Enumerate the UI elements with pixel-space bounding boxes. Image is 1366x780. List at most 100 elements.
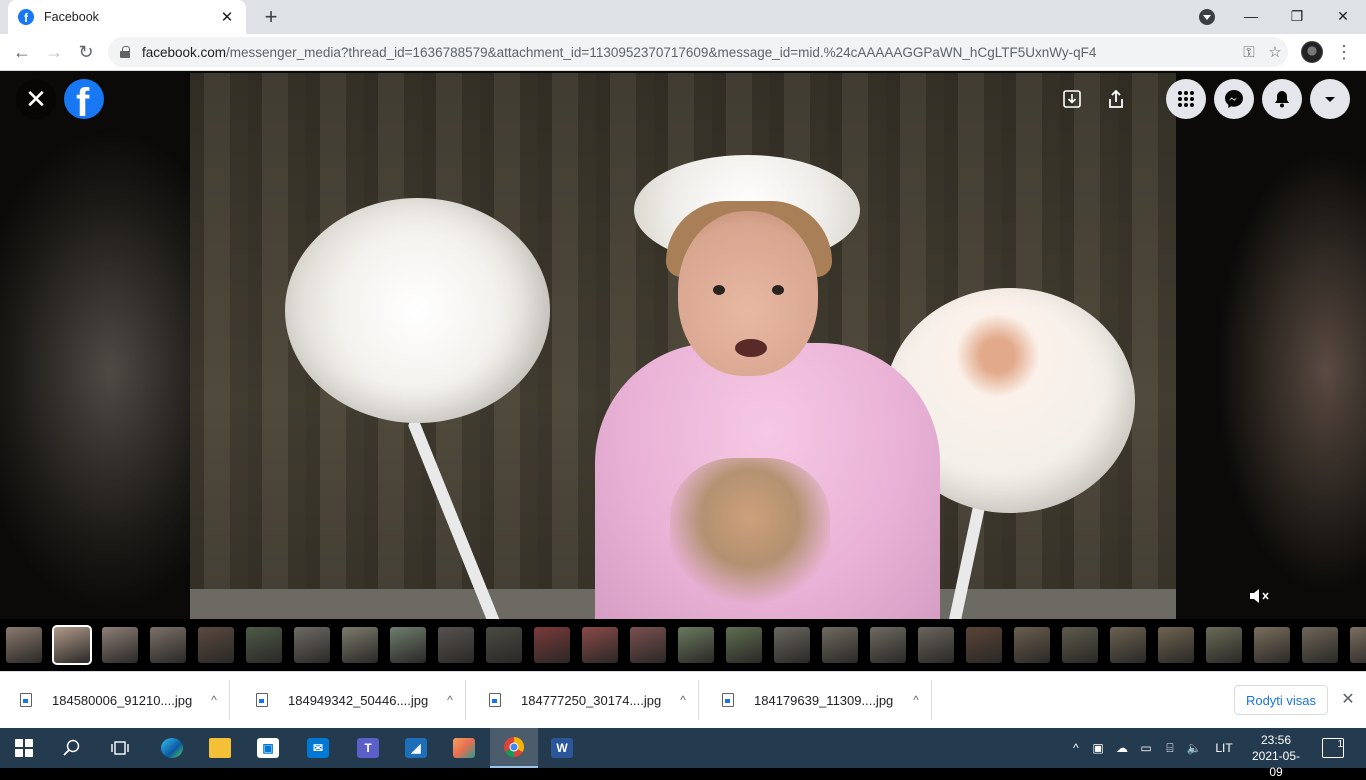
forward-button[interactable]: → [41, 39, 67, 65]
download-item[interactable]: 184580006_91210....jpg ^ [0, 680, 230, 720]
new-tab-button[interactable]: + [258, 4, 284, 30]
media-thumbnail[interactable] [1110, 627, 1146, 663]
media-thumbnail[interactable] [774, 627, 810, 663]
media-thumbnail[interactable] [1014, 627, 1050, 663]
share-icon[interactable] [1102, 85, 1130, 113]
tray-chevron-icon[interactable]: ^ [1066, 728, 1086, 768]
media-thumbnail[interactable] [1350, 627, 1366, 663]
teams-icon[interactable]: T [344, 728, 392, 768]
grid-icon [1178, 91, 1194, 107]
back-button[interactable]: ← [9, 39, 35, 65]
media-thumbnail[interactable] [1158, 627, 1194, 663]
browser-tab-strip: f Facebook ✕ + — ❐ ✕ [0, 0, 1366, 34]
store-icon[interactable]: ▣ [244, 728, 292, 768]
notification-count: 1 [1337, 739, 1343, 750]
search-icon [63, 739, 80, 756]
reload-button[interactable]: ↻ [73, 39, 99, 65]
download-filename: 184580006_91210....jpg [52, 692, 193, 708]
lock-icon[interactable] [120, 46, 130, 58]
media-thumbnail[interactable] [1062, 627, 1098, 663]
key-icon[interactable]: ⚿ [1236, 44, 1262, 61]
bookmark-star-icon[interactable]: ☆ [1262, 43, 1288, 61]
media-thumbnail[interactable] [52, 625, 92, 665]
media-thumbnail[interactable] [1206, 627, 1242, 663]
tab-title: Facebook [44, 10, 99, 24]
media-thumbnail[interactable] [102, 627, 138, 663]
media-photo[interactable] [190, 73, 1176, 619]
facebook-favicon-icon: f [18, 9, 34, 25]
action-center-icon[interactable]: 1 [1322, 738, 1344, 758]
media-thumbnail[interactable] [630, 627, 666, 663]
meet-now-icon[interactable]: ▣ [1090, 728, 1106, 768]
close-shelf-icon[interactable]: ✕ [1338, 690, 1358, 710]
mail-icon[interactable]: ✉ [294, 728, 342, 768]
media-thumbnail[interactable] [198, 627, 234, 663]
chevron-up-icon[interactable]: ^ [435, 693, 465, 707]
word-icon[interactable]: W [538, 728, 586, 768]
start-button[interactable] [0, 728, 48, 768]
close-viewer-button[interactable]: ✕ [16, 79, 56, 119]
media-thumbnail[interactable] [294, 627, 330, 663]
messenger-button[interactable] [1214, 79, 1254, 119]
caret-down-icon [1325, 97, 1335, 102]
browser-menu-icon[interactable]: ⋮ [1334, 40, 1354, 64]
media-thumbnail[interactable] [390, 627, 426, 663]
account-menu-button[interactable] [1310, 79, 1350, 119]
tab-facebook[interactable]: f Facebook ✕ [8, 0, 246, 34]
download-item[interactable]: 184949342_50446....jpg ^ [236, 680, 466, 720]
expand-icon[interactable] [1058, 85, 1086, 113]
media-thumbnail[interactable] [582, 627, 618, 663]
address-bar[interactable]: facebook.com/messenger_media?thread_id=1… [108, 37, 1288, 67]
media-thumbnail[interactable] [6, 627, 42, 663]
url-text[interactable]: facebook.com/messenger_media?thread_id=1… [142, 45, 1236, 60]
task-view-button[interactable] [96, 728, 144, 768]
menu-grid-button[interactable] [1166, 79, 1206, 119]
media-thumbnail[interactable] [870, 627, 906, 663]
media-thumbnail[interactable] [246, 627, 282, 663]
media-thumbnail[interactable] [822, 627, 858, 663]
volume-icon[interactable]: 🔈 [1186, 728, 1202, 768]
search-button[interactable] [48, 728, 96, 768]
media-thumbnail[interactable] [150, 627, 186, 663]
task-view-icon [111, 741, 129, 755]
media-thumbnail[interactable] [1302, 627, 1338, 663]
photos-icon[interactable]: ◢ [392, 728, 440, 768]
download-item[interactable]: 184179639_11309....jpg ^ [702, 680, 932, 720]
media-thumbnail[interactable] [534, 627, 570, 663]
edge-taskbar-icon[interactable] [148, 728, 196, 768]
mute-icon[interactable] [1246, 585, 1272, 607]
restore-button[interactable]: ❐ [1274, 0, 1320, 32]
windows-logo-icon [15, 739, 33, 757]
network-icon[interactable]: ⌸ [1162, 728, 1178, 768]
chevron-up-icon[interactable]: ^ [199, 693, 229, 707]
battery-icon[interactable]: ▭ [1138, 728, 1154, 768]
paper-flower-left [285, 198, 550, 423]
media-viewer: ✕ f [0, 71, 1366, 671]
taskbar-clock[interactable]: 23:56 2021-05-09 [1246, 732, 1306, 780]
media-thumbnail[interactable] [486, 627, 522, 663]
media-thumbnail[interactable] [966, 627, 1002, 663]
file-explorer-icon[interactable] [196, 728, 244, 768]
media-thumbnail[interactable] [918, 627, 954, 663]
input-language[interactable]: LIT [1212, 728, 1236, 768]
media-thumbnail[interactable] [342, 627, 378, 663]
media-thumbnail[interactable] [678, 627, 714, 663]
profile-avatar[interactable] [1301, 41, 1323, 63]
minimize-button[interactable]: — [1228, 0, 1274, 32]
app-icon[interactable] [440, 728, 488, 768]
show-all-downloads-button[interactable]: Rodyti visas [1234, 685, 1328, 715]
download-item[interactable]: 184777250_30174....jpg ^ [469, 680, 699, 720]
notifications-button[interactable] [1262, 79, 1302, 119]
chevron-up-icon[interactable]: ^ [668, 693, 698, 707]
facebook-logo-icon[interactable]: f [64, 79, 104, 119]
onedrive-icon[interactable]: ☁ [1114, 728, 1130, 768]
chevron-up-icon[interactable]: ^ [901, 693, 931, 707]
close-window-button[interactable]: ✕ [1320, 0, 1366, 32]
tab-close-icon[interactable]: ✕ [218, 8, 236, 26]
media-thumbnail[interactable] [726, 627, 762, 663]
media-thumbnail[interactable] [438, 627, 474, 663]
chrome-taskbar-icon[interactable] [490, 728, 538, 768]
media-thumbnail[interactable] [1254, 627, 1290, 663]
clock-date: 2021-05-09 [1251, 749, 1301, 779]
tab-search-icon[interactable] [1199, 9, 1215, 25]
